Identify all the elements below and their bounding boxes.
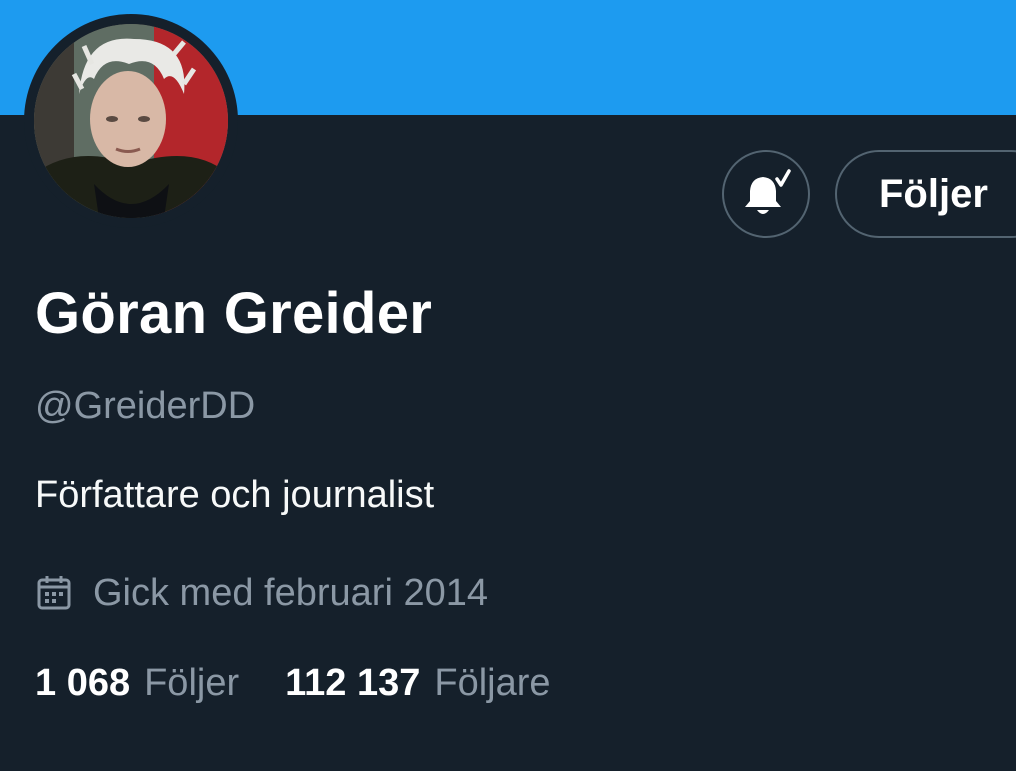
avatar[interactable] (34, 24, 228, 218)
user-handle: @GreiderDD (35, 385, 256, 427)
notifications-bell-button[interactable] (722, 150, 810, 238)
following-label: Följer (144, 662, 240, 704)
profile-stats: 1 068 Följer 112 137 Följare (35, 662, 551, 705)
followers-label: Följare (434, 662, 551, 704)
calendar-icon (35, 574, 73, 612)
join-date: Gick med februari 2014 (35, 568, 488, 618)
following-stat-link[interactable]: 1 068 Följer (35, 662, 239, 705)
following-count: 1 068 (35, 662, 131, 704)
following-button[interactable]: Följer (835, 150, 1016, 238)
display-name: Göran Greider (35, 281, 433, 346)
join-date-text: Gick med februari 2014 (93, 571, 488, 614)
profile-page: Följer Göran Greider @GreiderDD Författa… (0, 0, 1016, 771)
followers-count: 112 137 (285, 662, 421, 704)
followers-stat-link[interactable]: 112 137 Följare (285, 662, 550, 705)
following-button-label: Följer (879, 171, 988, 216)
avatar-photo (34, 24, 228, 218)
bell-check-icon (745, 169, 791, 214)
profile-bio: Författare och journalist (35, 474, 435, 516)
